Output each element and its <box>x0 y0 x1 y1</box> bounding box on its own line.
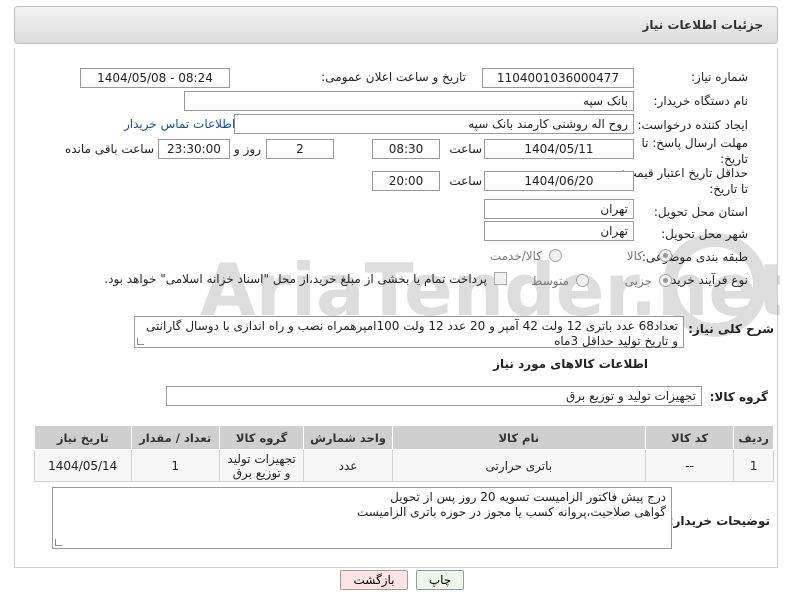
buyer-org-label: نام دستگاه خریدار: <box>653 94 749 108</box>
deadline-date-field[interactable]: 1404/05/11 <box>484 139 634 159</box>
cell-goods-code: -- <box>644 449 735 482</box>
process-medium-label: متوسط <box>531 274 569 288</box>
goods-group-field[interactable]: تجهیزات تولید و توزیع برق <box>166 386 702 406</box>
days-field[interactable]: 2 <box>266 139 334 159</box>
deadline-label-2: تاریخ: <box>720 152 748 166</box>
buyer-notes-label: توضیحات خریدار: <box>668 514 770 528</box>
col-need-date: تاریخ نیاز <box>34 425 132 450</box>
process-medium-radio[interactable] <box>576 274 589 287</box>
city-label: شهر محل تحویل: <box>661 227 748 241</box>
cell-unit: عدد <box>303 449 393 482</box>
days-label: روز و <box>234 142 261 156</box>
description-label: شرح کلی نیاز: <box>688 322 774 336</box>
creator-field[interactable]: روح اله روشنی کارمند بانک سپه <box>234 114 634 134</box>
announce-label: تاریخ و ساعت اعلان عمومی: <box>321 70 466 84</box>
cell-need-date: 1404/05/14 <box>34 449 132 482</box>
remaining-label: ساعت باقی مانده <box>64 142 154 156</box>
process-partial-radio[interactable] <box>659 274 672 287</box>
back-button[interactable]: بازگشت <box>340 570 408 590</box>
validity-time-field[interactable]: 20:00 <box>372 171 440 191</box>
col-row-number: ردیف <box>733 425 774 450</box>
col-goods-group: گروه کالا <box>218 425 305 450</box>
remaining-time-field[interactable]: 23:30:00 <box>158 139 230 159</box>
announce-field[interactable]: 1404/05/08 - 08:24 <box>80 68 230 88</box>
deadline-time-field[interactable]: 08:30 <box>372 139 440 159</box>
province-label: استان محل تحویل: <box>653 205 748 219</box>
cell-goods-name: باتری حرارتی <box>391 449 646 482</box>
col-unit: واحد شمارش <box>303 425 393 450</box>
description-text: تعداد68 عدد باتری 12 ولت 42 آمپر و 20 عد… <box>146 319 678 348</box>
col-goods-code: کد کالا <box>644 425 735 450</box>
print-button[interactable]: چاپ <box>416 570 464 590</box>
cell-quantity: 1 <box>130 449 220 482</box>
col-quantity: تعداد / مقدار <box>130 425 220 450</box>
validity-label-2: تا تاریخ: <box>709 182 748 196</box>
validity-date-field[interactable]: 1404/06/20 <box>484 171 634 191</box>
resize-handle-icon[interactable] <box>55 539 62 546</box>
city-field[interactable]: تهران <box>484 221 634 241</box>
table-row[interactable]: 1 -- باتری حرارتی عدد تجهیزات تولید و تو… <box>34 449 774 482</box>
category-goods-service-label: کالا/خدمت <box>489 249 542 263</box>
treasury-payment-checkbox[interactable] <box>494 272 507 285</box>
buyer-org-field[interactable]: بانک سپه <box>184 91 634 111</box>
buyer-notes-line-2: گواهی صلاحیت،پروانه کسب یا مجوز در حوزه … <box>356 505 666 519</box>
col-goods-name: نام کالا <box>391 425 646 450</box>
category-label: طبقه بندی موضوعی: <box>641 250 748 264</box>
need-number-label: شماره نیاز: <box>691 70 748 84</box>
cell-row-number: 1 <box>733 449 774 482</box>
process-label: نوع فرآیند خرید : <box>663 273 748 287</box>
process-partial-label: جزیی <box>624 274 652 288</box>
payment-note: پرداخت تمام یا بخشی از مبلغ خرید،از محل … <box>104 272 487 286</box>
goods-table: ردیف کد کالا نام کالا واحد شمارش گروه کا… <box>34 425 774 482</box>
description-textarea[interactable]: تعداد68 عدد باتری 12 ولت 42 آمپر و 20 عد… <box>134 316 684 348</box>
cell-goods-group: تجهیزات تولید و توزیع برق <box>218 449 305 482</box>
page-title: جزئیات اطلاعات نیاز <box>642 18 763 32</box>
resize-handle-icon[interactable] <box>137 338 144 345</box>
category-goods-radio[interactable] <box>659 249 672 262</box>
category-goods-label: کالا <box>626 249 643 263</box>
goods-group-label: گروه کالا: <box>709 390 768 404</box>
deadline-label-1: مهلت ارسال پاسخ: تا <box>641 136 748 150</box>
creator-label: ایجاد کننده درخواست: <box>637 118 748 132</box>
table-header-row: ردیف کد کالا نام کالا واحد شمارش گروه کا… <box>34 425 774 450</box>
need-number-field[interactable]: 1104001036000477 <box>482 68 634 88</box>
goods-section-title: اطلاعات کالاهای مورد نیاز <box>493 357 648 371</box>
deadline-time-label: ساعت <box>449 142 482 156</box>
validity-label-1: حداقل تاریخ اعتبار قیمت: <box>621 166 748 180</box>
category-goods-service-radio[interactable] <box>549 249 562 262</box>
buyer-notes-line-1: درج پیش فاکتور الزامیست تسویه 20 روز پس … <box>390 490 666 504</box>
contact-info-link[interactable]: اطلاعات تماس خریدار <box>124 117 235 131</box>
header-panel: جزئیات اطلاعات نیاز <box>14 6 778 44</box>
buyer-notes-textarea[interactable]: درج پیش فاکتور الزامیست تسویه 20 روز پس … <box>52 487 672 549</box>
validity-time-label: ساعت <box>449 174 482 188</box>
province-field[interactable]: تهران <box>484 199 634 219</box>
